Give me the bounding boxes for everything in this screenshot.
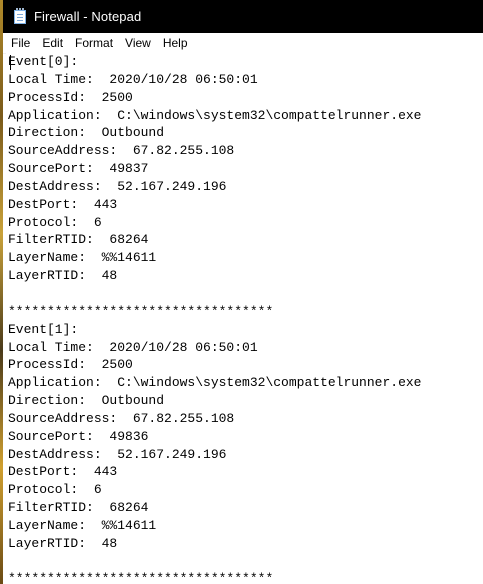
title-bar[interactable]: Firewall - Notepad bbox=[3, 0, 483, 33]
editor-line: SourcePort: 49836 bbox=[8, 428, 149, 444]
editor-line: FilterRTID: 68264 bbox=[8, 232, 149, 248]
editor-line: FilterRTID: 68264 bbox=[8, 500, 149, 516]
editor-line: ********************************** bbox=[8, 303, 274, 319]
menu-help[interactable]: Help bbox=[157, 33, 194, 53]
editor-line: Application: C:\windows\system32\compatt… bbox=[8, 107, 422, 123]
editor-line: LayerRTID: 48 bbox=[8, 268, 118, 284]
editor-line: Local Time: 2020/10/28 06:50:01 bbox=[8, 339, 258, 355]
editor-line: DestAddress: 52.167.249.196 bbox=[8, 178, 227, 194]
editor-line: Event[1]: bbox=[8, 321, 79, 337]
editor-line: ProcessId: 2500 bbox=[8, 89, 133, 105]
editor-line: Direction: Outbound bbox=[8, 393, 165, 409]
editor-line: DestPort: 443 bbox=[8, 464, 118, 480]
window-title: Firewall - Notepad bbox=[34, 9, 142, 24]
editor-line: Application: C:\windows\system32\compatt… bbox=[8, 375, 422, 391]
editor-line: DestAddress: 52.167.249.196 bbox=[8, 446, 227, 462]
text-caret bbox=[10, 55, 11, 70]
editor-line: Event[0]: bbox=[8, 54, 79, 69]
editor-line: DestPort: 443 bbox=[8, 196, 118, 212]
editor-line: SourceAddress: 67.82.255.108 bbox=[8, 143, 235, 159]
editor-line: Direction: Outbound bbox=[8, 125, 165, 141]
editor-text[interactable]: Event[0]: Local Time: 2020/10/28 06:50:0… bbox=[6, 53, 483, 584]
menu-edit[interactable]: Edit bbox=[36, 33, 69, 53]
editor-line: Protocol: 6 bbox=[8, 482, 102, 498]
editor-line: ProcessId: 2500 bbox=[8, 357, 133, 373]
menu-file[interactable]: File bbox=[5, 33, 36, 53]
editor-line: LayerRTID: 48 bbox=[8, 535, 118, 551]
notepad-icon bbox=[14, 7, 26, 24]
editor-line: LayerName: %%14611 bbox=[8, 250, 157, 266]
editor-line: Local Time: 2020/10/28 06:50:01 bbox=[8, 71, 258, 87]
notepad-window: Firewall - Notepad File Edit Format View… bbox=[3, 0, 483, 584]
editor-line: SourcePort: 49837 bbox=[8, 161, 149, 177]
editor-line: LayerName: %%14611 bbox=[8, 517, 157, 533]
editor-line: Protocol: 6 bbox=[8, 214, 102, 230]
editor-line: SourceAddress: 67.82.255.108 bbox=[8, 410, 235, 426]
menu-format[interactable]: Format bbox=[69, 33, 119, 53]
menu-bar: File Edit Format View Help bbox=[3, 33, 483, 54]
editor-line: ********************************** bbox=[8, 571, 274, 584]
menu-view[interactable]: View bbox=[119, 33, 157, 53]
text-editor[interactable]: Event[0]: Local Time: 2020/10/28 06:50:0… bbox=[6, 53, 483, 584]
